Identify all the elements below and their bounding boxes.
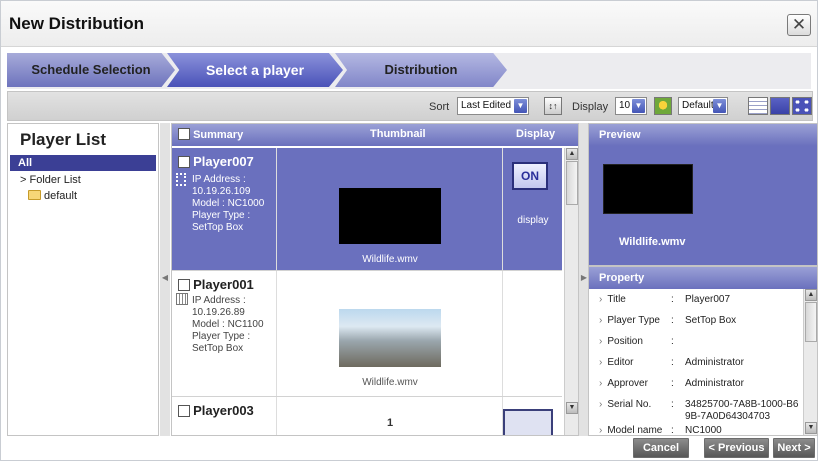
page-number: 1 <box>386 417 394 429</box>
table-row[interactable]: Player003 1 <box>172 396 562 435</box>
header-summary: Summary <box>178 128 243 141</box>
step-select-a-player[interactable]: Select a player <box>167 53 343 87</box>
preview-image <box>603 164 693 214</box>
player-grid: Summary Thumbnail Display Player007 IP A… <box>171 123 579 436</box>
sort-order-icon[interactable]: ↕↑ <box>544 97 562 115</box>
wizard-steps: Schedule Selection Distribution Select a… <box>7 53 811 89</box>
thumbnail-image <box>339 188 441 244</box>
row-display <box>502 271 562 396</box>
scroll-thumb[interactable] <box>566 161 578 205</box>
cancel-button[interactable]: Cancel <box>633 438 689 458</box>
scroll-up-icon[interactable]: ▲ <box>566 148 578 160</box>
table-row[interactable]: Player007 IP Address : 10.19.26.109 Mode… <box>172 148 562 270</box>
dialog-title: New Distribution <box>9 14 145 33</box>
list-view-icon[interactable] <box>748 97 768 115</box>
player-device-icon <box>176 173 186 186</box>
scroll-up-icon[interactable]: ▲ <box>805 289 817 301</box>
display-on-button[interactable]: ON <box>512 162 548 190</box>
thumbnail-mode-icon[interactable] <box>654 97 672 115</box>
close-button[interactable]: ✕ <box>787 14 811 36</box>
display-count-select[interactable]: 10 ▼ <box>615 97 647 115</box>
row-checkbox[interactable] <box>178 405 190 417</box>
player-name: Player001 <box>193 277 254 292</box>
sort-select[interactable]: Last Edited ▼ <box>457 97 529 115</box>
next-button[interactable]: Next > <box>773 438 815 458</box>
grid-view-icon[interactable] <box>792 97 812 115</box>
scroll-thumb[interactable] <box>805 302 817 342</box>
display-mode-value: Default <box>682 100 714 111</box>
row-thumbnail: Wildlife.wmv <box>276 148 502 270</box>
preview-panel: Preview Wildlife.wmv <box>588 123 818 266</box>
row-summary: Player007 IP Address : 10.19.26.109 Mode… <box>172 148 276 270</box>
player-name: Player007 <box>193 154 254 169</box>
grid-header: Summary Thumbnail Display <box>172 124 578 146</box>
left-splitter[interactable]: ◀ <box>160 123 170 436</box>
row-summary: Player003 <box>172 397 276 435</box>
chevron-down-icon: ▼ <box>632 99 645 113</box>
tree-item-default-label: default <box>44 190 78 202</box>
header-display: Display <box>516 128 556 140</box>
grid-scrollbar[interactable]: ▲ ▼ <box>564 148 578 435</box>
display-count-value: 10 <box>619 100 631 111</box>
row-display <box>502 397 562 435</box>
sort-label: Sort <box>429 101 450 113</box>
step-distribution[interactable]: Distribution <box>335 53 507 87</box>
scroll-down-icon[interactable]: ▼ <box>805 422 817 434</box>
row-summary: Player001 IP Address : 10.19.26.89 Model… <box>172 271 276 396</box>
player-name: Player003 <box>193 403 254 418</box>
sort-select-value: Last Edited <box>461 100 512 111</box>
select-all-checkbox[interactable] <box>178 128 190 140</box>
step-schedule-selection[interactable]: Schedule Selection <box>7 53 175 87</box>
thumbnail-filename: Wildlife.wmv <box>362 254 418 265</box>
chevron-down-icon: ▼ <box>514 99 527 113</box>
tree-item-default[interactable]: default <box>28 190 77 202</box>
preview-filename: Wildlife.wmv <box>619 236 686 248</box>
property-scrollbar[interactable]: ▲ ▼ <box>803 289 817 435</box>
display-label: Display <box>572 101 609 113</box>
player-list-panel: Player List All > Folder List default <box>7 123 159 436</box>
tree-item-all[interactable]: All <box>10 155 156 171</box>
row-checkbox[interactable] <box>178 156 190 168</box>
header-thumbnail: Thumbnail <box>370 128 426 140</box>
thumbnail-filename: Wildlife.wmv <box>362 377 418 388</box>
player-list-title: Player List <box>20 130 106 149</box>
previous-button[interactable]: < Previous <box>704 438 769 458</box>
preview-title: Preview <box>589 124 817 146</box>
player-device-icon <box>176 293 188 305</box>
detail-view-icon[interactable] <box>770 97 790 115</box>
list-toolbar: Sort Last Edited ▼ ↕↑ Display 10 ▼ Defau… <box>7 91 813 121</box>
chevron-down-icon: ▼ <box>713 99 726 113</box>
property-panel: Property Title:Player007 Player Type:Set… <box>588 266 818 436</box>
row-display: ON display <box>502 148 562 270</box>
scroll-down-icon[interactable]: ▼ <box>566 402 578 414</box>
row-thumbnail: Wildlife.wmv <box>276 271 502 396</box>
display-button[interactable] <box>503 409 553 435</box>
row-thumbnail: 1 <box>276 397 502 435</box>
display-status-text: display <box>517 215 549 226</box>
property-title: Property <box>589 267 817 289</box>
tree-item-folder-list[interactable]: > Folder List <box>20 174 81 186</box>
folder-icon <box>28 190 41 200</box>
table-row[interactable]: Player001 IP Address : 10.19.26.89 Model… <box>172 270 562 396</box>
collapse-left-icon[interactable]: ◀ <box>160 273 170 282</box>
row-checkbox[interactable] <box>178 279 190 291</box>
dialog-titlebar: New Distribution ✕ <box>1 1 817 47</box>
thumbnail-image <box>339 309 441 367</box>
display-mode-select[interactable]: Default ▼ <box>678 97 728 115</box>
new-distribution-dialog: New Distribution ✕ Schedule Selection Di… <box>0 0 818 461</box>
